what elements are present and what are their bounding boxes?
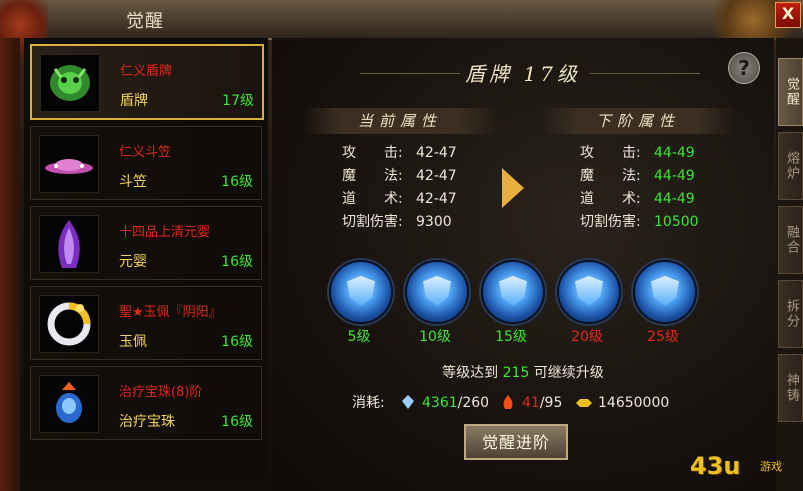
- next-attr-row: 魔 法: 44-49: [580, 164, 740, 188]
- site-logo: 43u: [690, 452, 741, 480]
- attr-value: 42-47: [416, 191, 457, 207]
- attr-label: 攻 击:: [580, 145, 641, 161]
- fire-cost: 41/95: [522, 393, 562, 413]
- item-name: 治疗宝珠(8)阶: [119, 385, 203, 400]
- current-attributes-title: 当前属性: [302, 108, 498, 134]
- next-attr-row: 攻 击: 44-49: [580, 141, 740, 165]
- side-tabs: 觉醒 熔炉 融合 拆分 神铸: [776, 38, 803, 491]
- crystal-icon: [402, 395, 414, 409]
- tab-divine-forge[interactable]: 神铸: [778, 354, 803, 422]
- item-name: 仁义盾牌: [120, 64, 173, 79]
- attr-label: 道 术:: [342, 191, 403, 207]
- close-button[interactable]: X: [775, 2, 801, 28]
- green-demon-shield-icon: [40, 54, 100, 112]
- purple-spirit-icon: [39, 215, 99, 273]
- attr-value: 44-49: [654, 145, 695, 161]
- awaken-advance-button[interactable]: 觉醒进阶: [464, 424, 568, 460]
- equipment-item[interactable]: 十四品上清元婴 元婴 16级: [30, 206, 262, 280]
- requirement-level: 215: [502, 365, 530, 381]
- stage-level-label: 10级: [419, 329, 451, 345]
- item-type: 斗笠: [119, 174, 147, 190]
- fire-have: 41: [522, 395, 540, 411]
- crystal-cost: 4361/260: [422, 393, 489, 413]
- equipment-item[interactable]: 仁义盾牌 盾牌 17级: [30, 44, 264, 120]
- left-border-ornament: [0, 38, 20, 491]
- current-attr-row: 魔 法: 42-47: [342, 164, 502, 188]
- fire-need: /95: [539, 395, 563, 411]
- item-level: 16级: [221, 334, 253, 350]
- attr-value: 44-49: [654, 191, 695, 207]
- tab-furnace[interactable]: 熔炉: [778, 132, 803, 200]
- title-bar: [0, 0, 803, 40]
- stage-level-label: 20级: [571, 329, 603, 345]
- equipment-item[interactable]: 聖★玉佩『阴阳』 玉佩 16级: [30, 286, 262, 360]
- attr-value: 10500: [654, 214, 699, 230]
- item-name: 仁义斗笠: [119, 145, 172, 160]
- current-attr-row: 攻 击: 42-47: [342, 141, 502, 165]
- tab-awaken[interactable]: 觉醒: [778, 58, 803, 126]
- gold-cost: 14650000: [598, 395, 670, 411]
- attr-label: 魔 法:: [580, 168, 641, 184]
- attr-label: 道 术:: [580, 191, 641, 207]
- site-logo-sub: 游戏: [760, 460, 782, 473]
- equipment-list: 仁义盾牌 盾牌 17级 仁义斗笠 斗笠 16级 十四品上清元婴 元婴 16级 聖…: [24, 38, 268, 483]
- attr-value: 42-47: [416, 145, 457, 161]
- awaken-window: 觉醒 X 仁义盾牌 盾牌 17级 仁义斗笠 斗笠 16级 十四品上清元婴 元婴 …: [0, 0, 803, 491]
- equipment-item[interactable]: 仁义斗笠 斗笠 16级: [30, 126, 262, 200]
- stage-shield-icon[interactable]: [405, 260, 469, 324]
- item-type: 盾牌: [120, 93, 148, 109]
- fire-icon: [503, 395, 513, 409]
- item-name: 十四品上清元婴: [119, 225, 211, 240]
- stage-level-label: 15级: [495, 329, 527, 345]
- stage-level-label: 25级: [647, 329, 679, 345]
- window-title: 觉醒: [126, 11, 164, 32]
- upgrade-arrow-icon: [502, 168, 524, 208]
- item-level: 16级: [221, 414, 253, 430]
- stage-shield-icon[interactable]: [329, 260, 393, 324]
- attr-value: 42-47: [416, 168, 457, 184]
- gold-ingot-icon: [576, 399, 592, 407]
- item-level: 16级: [221, 254, 253, 270]
- next-attributes-title: 下阶属性: [540, 108, 736, 134]
- attr-label: 切割伤害:: [580, 214, 641, 230]
- level-requirement: 等级达到 215 可继续升级: [272, 362, 774, 382]
- crystal-need: /260: [457, 395, 490, 411]
- next-attr-row: 道 术: 44-49: [580, 187, 740, 211]
- stage-shield-icon[interactable]: [481, 260, 545, 324]
- stage-shield-icon[interactable]: [557, 260, 621, 324]
- crystal-have: 4361: [422, 395, 458, 411]
- requirement-prefix: 等级达到: [442, 365, 503, 381]
- item-type: 治疗宝珠: [119, 414, 175, 430]
- current-attr-row: 道 术: 42-47: [342, 187, 502, 211]
- equipment-item[interactable]: 治疗宝珠(8)阶 治疗宝珠 16级: [30, 366, 262, 440]
- requirement-suffix: 可继续升级: [529, 365, 604, 381]
- stage-level-label: 5级: [347, 329, 371, 345]
- stage-shield-icon[interactable]: [633, 260, 697, 324]
- item-level: 16级: [221, 174, 253, 190]
- item-level: 17级: [222, 93, 254, 109]
- pink-hat-icon: [39, 135, 99, 193]
- tab-split[interactable]: 拆分: [778, 280, 803, 348]
- attr-value: 9300: [416, 214, 452, 230]
- attr-value: 44-49: [654, 168, 695, 184]
- next-attr-row: 切割伤害: 10500: [580, 210, 740, 234]
- blue-orb-icon: [39, 375, 99, 433]
- item-header: 盾牌 17级: [465, 62, 581, 86]
- yin-yang-jade-icon: [39, 295, 99, 353]
- attr-label: 魔 法:: [342, 168, 403, 184]
- item-type: 元婴: [119, 254, 147, 270]
- tab-fusion[interactable]: 融合: [778, 206, 803, 274]
- current-attr-row: 切割伤害: 9300: [342, 210, 502, 234]
- cost-label: 消耗:: [352, 395, 385, 411]
- item-name: 聖★玉佩『阴阳』: [119, 305, 222, 320]
- attr-label: 攻 击:: [342, 145, 403, 161]
- attr-label: 切割伤害:: [342, 214, 403, 230]
- item-type: 玉佩: [119, 334, 147, 350]
